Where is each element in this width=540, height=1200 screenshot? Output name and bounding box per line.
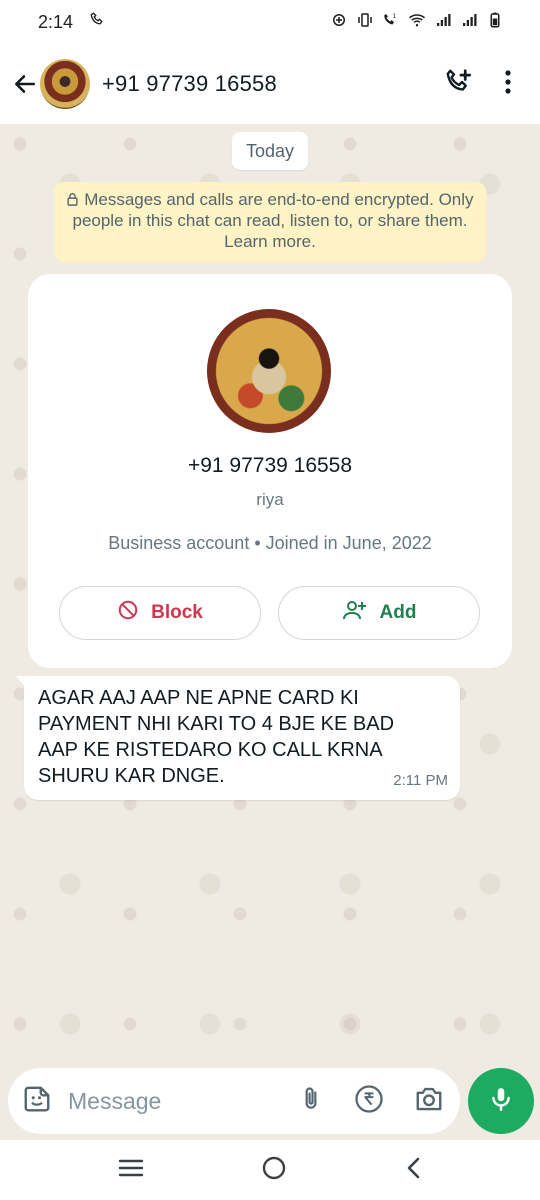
- message-input[interactable]: Message: [68, 1088, 161, 1115]
- contact-info-card: +91 97739 16558 riya Business account • …: [28, 274, 512, 668]
- vibrate-icon: [356, 11, 374, 34]
- back-icon[interactable]: [404, 1156, 422, 1185]
- block-button[interactable]: Block: [59, 586, 261, 640]
- status-time: 2:14: [38, 11, 74, 32]
- more-vert-icon[interactable]: [504, 69, 512, 100]
- message-time: 2:11 PM: [393, 772, 448, 789]
- card-contact-name: riya: [256, 490, 284, 509]
- signal-icon: [460, 11, 478, 34]
- rupee-payment-icon[interactable]: [354, 1084, 384, 1119]
- avatar[interactable]: [40, 59, 90, 109]
- data-saver-icon: [330, 11, 348, 34]
- camera-icon[interactable]: [414, 1085, 444, 1118]
- lock-icon: [66, 190, 84, 209]
- block-icon: [117, 599, 139, 627]
- contact-title[interactable]: +91 97739 16558: [102, 71, 277, 97]
- wifi-call-icon: [89, 11, 107, 34]
- sticker-icon[interactable]: [22, 1084, 52, 1119]
- date-chip: Today: [232, 132, 308, 170]
- system-nav-bar: [0, 1140, 540, 1200]
- add-call-icon[interactable]: [444, 67, 474, 102]
- add-label: Add: [379, 602, 417, 623]
- chat-area[interactable]: Today Messages and calls are end-to-end …: [0, 124, 540, 1070]
- add-contact-button[interactable]: Add: [278, 586, 480, 640]
- svg-text:1: 1: [393, 12, 397, 19]
- encryption-notice[interactable]: Messages and calls are end-to-end encryp…: [54, 182, 486, 262]
- status-bar: 2:14 1: [0, 0, 540, 44]
- encryption-text: Messages and calls are end-to-end encryp…: [72, 190, 474, 251]
- signal-icon: [434, 11, 452, 34]
- add-person-icon: [342, 599, 368, 627]
- card-account-info: Business account • Joined in June, 2022: [108, 533, 432, 553]
- message-composer[interactable]: Message: [8, 1068, 460, 1134]
- volte-icon: 1: [382, 11, 400, 34]
- attach-icon[interactable]: [298, 1084, 324, 1119]
- mic-icon: [488, 1084, 514, 1119]
- back-arrow-icon[interactable]: [10, 64, 40, 104]
- profile-photo[interactable]: [207, 309, 331, 433]
- chat-header: +91 97739 16558: [0, 44, 540, 124]
- message-text: AGAR AAJ AAP NE APNE CARD KI PAYMENT NHI…: [38, 687, 395, 787]
- recents-icon[interactable]: [118, 1158, 144, 1183]
- wifi-icon: [408, 11, 426, 34]
- block-label: Block: [151, 602, 203, 623]
- home-icon[interactable]: [261, 1155, 287, 1186]
- mic-button[interactable]: [468, 1068, 534, 1134]
- card-phone-number: +91 97739 16558: [187, 454, 353, 477]
- incoming-message[interactable]: AGAR AAJ AAP NE APNE CARD KI PAYMENT NHI…: [24, 676, 460, 800]
- battery-icon: [486, 11, 504, 34]
